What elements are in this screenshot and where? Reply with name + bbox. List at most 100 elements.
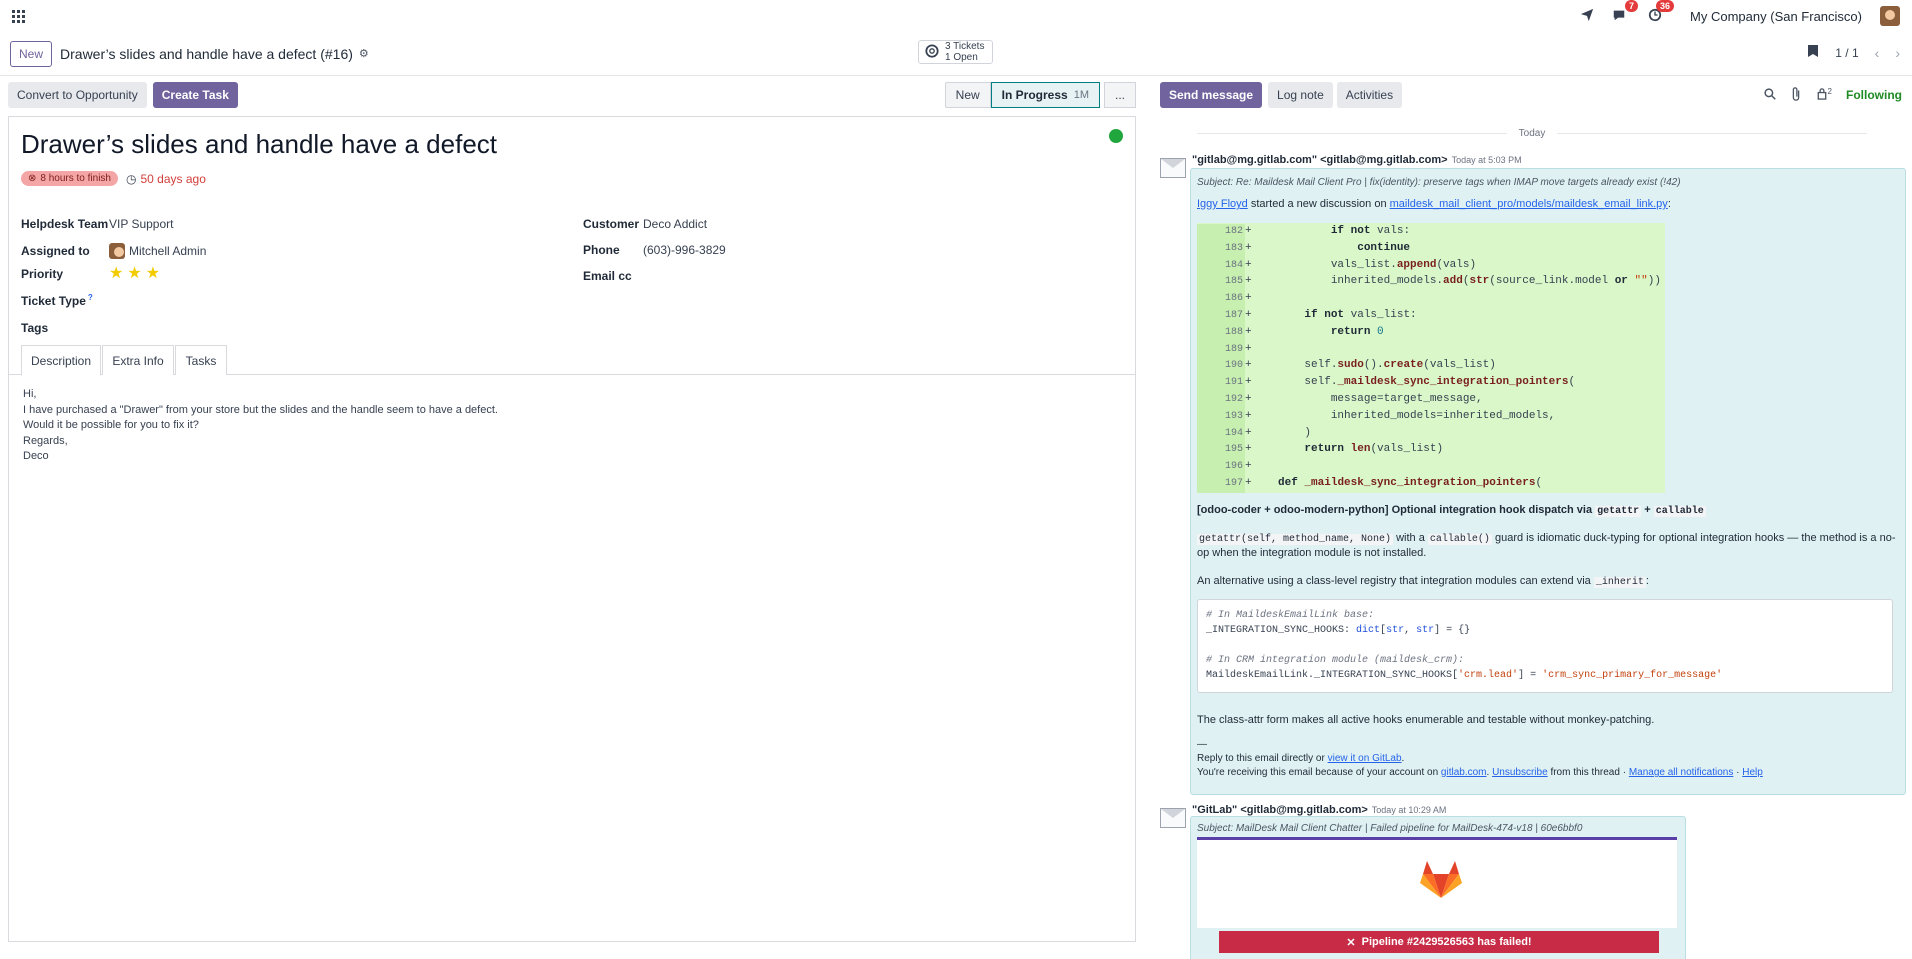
heading-text: [odoo-coder + odoo-modern-python] Option… (1197, 504, 1593, 516)
customer-value[interactable]: Deco Addict (643, 217, 707, 231)
star-icon[interactable]: ★ (127, 266, 141, 282)
pipeline-failed-text: Pipeline #2429526563 has failed! (1361, 936, 1532, 948)
clock-icon: ◷ (126, 171, 137, 186)
diff-line-number: 183 (1197, 240, 1245, 258)
gear-icon[interactable]: ⚙ (359, 47, 369, 60)
notification-footer: You're receiving this email because of y… (1197, 767, 1763, 778)
stage-more-button[interactable]: ... (1103, 82, 1136, 108)
gitlab-link[interactable]: gitlab.com (1441, 767, 1487, 778)
stage-in-progress-label: In Progress (1001, 88, 1068, 102)
stage-new[interactable]: New (944, 82, 991, 108)
assignee-name: Mitchell Admin (129, 244, 207, 258)
activities-button[interactable]: Activities (1336, 82, 1403, 108)
stage-duration: 1M (1073, 89, 1089, 101)
create-task-button[interactable]: Create Task (152, 82, 238, 108)
comment-paragraph: An alternative using a class-level regis… (1197, 574, 1649, 590)
phone-value[interactable]: (603)-996-3829 (643, 243, 726, 257)
times-circle-icon: ⊗ (28, 173, 37, 184)
new-button[interactable]: New (10, 40, 53, 67)
description-line: Deco (23, 450, 49, 462)
company-switcher[interactable]: My Company (San Francisco) (1690, 9, 1862, 24)
paragraph-text: An alternative using a class-level regis… (1197, 575, 1591, 587)
date-separator-label: Today (1518, 128, 1546, 139)
diff-line-number: 189 (1197, 341, 1245, 359)
heading-plus: + (1644, 504, 1651, 516)
diff-line-number: 196 (1197, 459, 1245, 476)
activity-menu[interactable]: 36 (1648, 0, 1675, 25)
heading-code: getattr (1595, 506, 1642, 517)
description-line: Regards, (23, 434, 68, 447)
pager-previous-icon[interactable]: ‹ (1875, 45, 1880, 61)
star-icon[interactable]: ★ (109, 266, 123, 282)
discussion-intro: Iggy Floyd started a new discussion on m… (1197, 197, 1671, 212)
intro-colon: : (1667, 198, 1671, 210)
description-editor[interactable]: Hi, I have purchased a "Drawer" from you… (23, 387, 498, 465)
footer-text: from this thread · (1550, 767, 1627, 778)
view-on-gitlab-link[interactable]: view it on GitLab (1328, 753, 1402, 764)
tab-extra-info[interactable]: Extra Info (102, 345, 174, 375)
close-icon: ✕ (1346, 936, 1356, 949)
pager-value[interactable]: 1 / 1 (1835, 46, 1858, 60)
description-line: Would it be possible for you to fix it? (23, 419, 199, 431)
tickets-count: 3 Tickets (945, 40, 985, 52)
diff-line-number: 190 (1197, 358, 1245, 376)
apps-menu-icon[interactable] (12, 9, 25, 23)
followers-button[interactable]: 2 (1816, 87, 1832, 103)
message-author-name[interactable]: "GitLab" <gitlab@mg.gitlab.com> (1192, 804, 1368, 816)
field-label: Helpdesk Team (21, 217, 109, 231)
diff-line-number: 197 (1197, 476, 1245, 493)
manage-notifications-link[interactable]: Manage all notifications (1629, 767, 1734, 778)
diff-line-number: 192 (1197, 392, 1245, 409)
file-link[interactable]: maildesk_mail_client_pro/models/maildesk… (1390, 198, 1668, 210)
pager-next-icon[interactable]: › (1895, 45, 1900, 61)
star-icon[interactable]: ★ (146, 266, 160, 282)
comment-heading: [odoo-coder + odoo-modern-python] Option… (1197, 503, 1706, 519)
stage-in-progress[interactable]: In Progress 1M (990, 82, 1100, 108)
intro-text: started a new discussion on (1250, 198, 1387, 210)
following-button[interactable]: Following (1846, 88, 1902, 102)
paragraph-text: guard is idiomatic duck-typing for optio… (1494, 532, 1896, 544)
message-author-name[interactable]: "gitlab@mg.gitlab.com" <gitlab@mg.gitlab… (1192, 154, 1448, 166)
paper-plane-icon[interactable] (1580, 8, 1594, 25)
tab-description[interactable]: Description (21, 345, 101, 376)
diff-line-number: 182 (1197, 224, 1245, 241)
ticket-age: ◷ 50 days ago (126, 172, 206, 186)
messaging-menu[interactable]: 7 (1612, 0, 1639, 25)
tab-tasks[interactable]: Tasks (175, 345, 227, 375)
diff-line-number: 191 (1197, 375, 1245, 392)
ticket-title[interactable]: Drawer’s slides and handle have a defect (21, 129, 497, 160)
convert-to-opportunity-button[interactable]: Convert to Opportunity (8, 82, 147, 108)
pipeline-failed-banner[interactable]: ✕ Pipeline #2429526563 has failed! (1219, 931, 1659, 953)
message-time: Today at 5:03 PM (1451, 155, 1522, 165)
chatter-panel: Send message Log note Activities 2 Follo… (1152, 76, 1912, 959)
helpdesk-team-value[interactable]: VIP Support (109, 217, 174, 231)
message-subject: Subject: Re: Maildesk Mail Client Pro | … (1197, 177, 1681, 188)
email-logo-area (1197, 840, 1677, 928)
assigned-to-value[interactable]: Mitchell Admin (109, 243, 206, 259)
field-tags: Tags (21, 321, 109, 335)
envelope-icon (1160, 158, 1186, 178)
help-link[interactable]: Help (1742, 767, 1763, 778)
message-author: "gitlab@mg.gitlab.com" <gitlab@mg.gitlab… (1192, 154, 1522, 166)
bookmark-icon[interactable] (1807, 44, 1819, 61)
field-priority: Priority ★ ★ ★ (21, 266, 160, 282)
help-tooltip-icon[interactable]: ? (88, 293, 93, 302)
kanban-state-dot[interactable] (1109, 129, 1123, 143)
lifebuoy-icon (925, 43, 939, 61)
message-author: "GitLab" <gitlab@mg.gitlab.com> Today at … (1192, 804, 1446, 816)
paperclip-icon[interactable] (1790, 86, 1802, 104)
ticket-type-label: Ticket Type (21, 294, 86, 308)
log-note-button[interactable]: Log note (1268, 82, 1333, 108)
unsubscribe-link[interactable]: Unsubscribe (1492, 767, 1548, 778)
user-link[interactable]: Iggy Floyd (1197, 198, 1248, 210)
chatter-topbar: Send message Log note Activities 2 Follo… (1160, 82, 1908, 108)
paragraph-text: with a (1396, 532, 1425, 544)
customer-tickets-button[interactable]: 3 Tickets 1 Open (918, 40, 994, 64)
search-icon[interactable] (1763, 87, 1776, 103)
send-message-button[interactable]: Send message (1160, 82, 1263, 108)
description-line: Hi, (23, 388, 37, 400)
user-avatar[interactable] (1880, 6, 1900, 26)
chatter-tools: 2 Following (1763, 86, 1902, 104)
breadcrumb-title: Drawer’s slides and handle have a defect… (60, 45, 353, 62)
top-navbar: 7 36 My Company (San Francisco) (0, 0, 1912, 32)
